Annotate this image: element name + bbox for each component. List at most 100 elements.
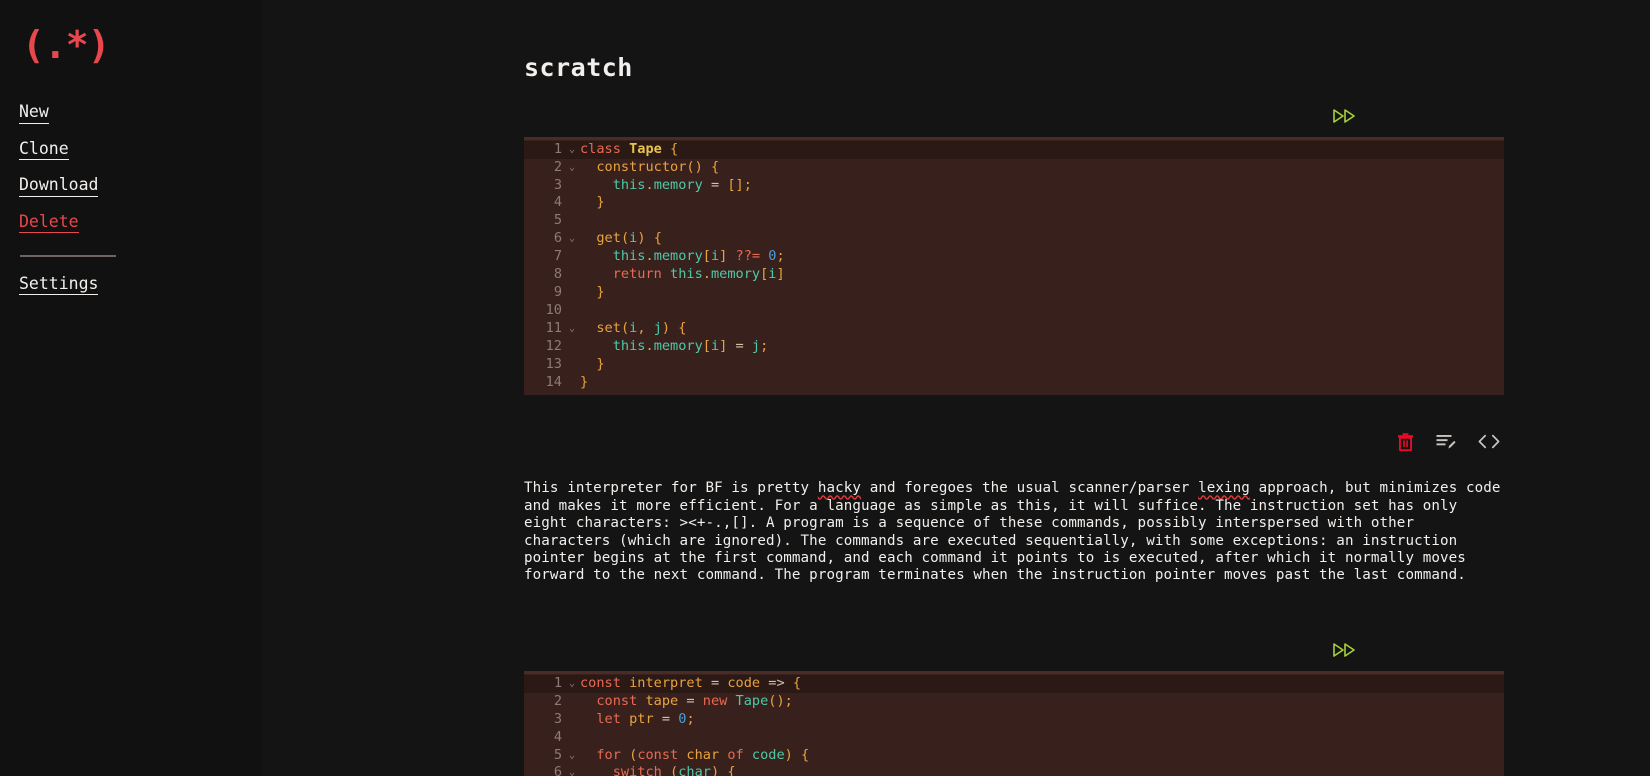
code-token: memory — [710, 266, 761, 283]
code-token: . — [645, 176, 654, 193]
code-line[interactable]: 1 ⌄ const interpret = code => { — [524, 674, 1504, 693]
code-block-button[interactable] — [1478, 434, 1500, 449]
sidebar-item-clone[interactable]: Clone — [19, 140, 69, 160]
code-line[interactable]: 12 this.memory[i] = j; — [524, 338, 1504, 356]
sidebar-item-download[interactable]: Download — [19, 176, 99, 197]
code-line[interactable]: 13 } — [524, 356, 1504, 374]
code-text: const tape = new Tape(); — [580, 693, 1504, 711]
code-token: memory — [653, 337, 703, 354]
code-text: } — [580, 194, 1504, 212]
fold-chevron-icon[interactable]: ⌄ — [564, 675, 580, 693]
delete-block-button[interactable] — [1397, 432, 1414, 451]
code-editor-block-1[interactable]: 1 ⌄ class Tape {2 ⌄ constructor() {3 this.m… — [524, 136, 1504, 396]
spellcheck-word: hacky — [817, 480, 862, 497]
code-line[interactable]: 5 ⌄ for (const char of code) { — [524, 747, 1504, 765]
code-text: this.memory = []; — [580, 177, 1504, 195]
sidebar-item-settings[interactable]: Settings — [19, 275, 99, 295]
code-text: } — [580, 284, 1504, 302]
line-number: 1 — [553, 674, 562, 691]
code-line[interactable]: 6 ⌄ switch (char) { — [524, 764, 1504, 776]
code-text: switch (char) { — [580, 764, 1504, 776]
code-token: () — [768, 692, 785, 709]
code-token: = — [710, 176, 720, 193]
fold-chevron-icon[interactable]: ⌄ — [564, 747, 580, 765]
code-line[interactable]: 1 ⌄ class Tape { — [524, 140, 1504, 159]
app-logo[interactable]: (.*) — [0, 18, 262, 64]
sidebar: (.*) New Clone Download Delete Settings — [0, 0, 262, 776]
prose-block[interactable]: This interpreter for BF is pretty hacky … — [524, 480, 1504, 584]
sidebar-item-delete[interactable]: Delete — [19, 213, 79, 233]
code-token: { — [792, 674, 802, 691]
main-content: scratch 1 ⌄ class Tape {2 ⌄ constructor() {… — [262, 0, 1650, 776]
code-line[interactable]: 6 ⌄ get(i) { — [524, 230, 1504, 248]
run-button-2[interactable] — [1333, 643, 1357, 657]
code-line[interactable]: 9 } — [524, 284, 1504, 302]
code-editor-block-2[interactable]: 1 ⌄ const interpret = code => {2 const tap… — [524, 670, 1504, 776]
code-line[interactable]: 4 — [524, 729, 1504, 747]
code-token: } — [596, 355, 605, 372]
line-number: 5 — [553, 746, 562, 763]
fold-chevron-icon[interactable]: ⌄ — [564, 141, 580, 159]
code-token: char — [686, 746, 720, 763]
page-title: scratch — [524, 52, 633, 82]
fold-chevron-icon[interactable]: ⌄ — [564, 230, 580, 248]
line-number: 5 — [553, 212, 562, 229]
line-number: 13 — [545, 355, 562, 372]
code-token: i — [710, 337, 720, 354]
code-line[interactable]: 11 ⌄ set(i, j) { — [524, 320, 1504, 338]
fold-chevron-icon[interactable]: ⌄ — [564, 320, 580, 338]
code-token: [ — [702, 248, 711, 265]
sidebar-item-new[interactable]: New — [19, 103, 49, 124]
edit-block-button[interactable] — [1436, 433, 1456, 450]
code-token: this — [612, 337, 646, 354]
code-lines-block-2[interactable]: 1 ⌄ const interpret = code => {2 const tap… — [524, 674, 1504, 776]
code-line[interactable]: 4 } — [524, 194, 1504, 212]
fold-chevron-icon[interactable]: ⌄ — [564, 764, 580, 776]
code-line[interactable]: 5 — [524, 212, 1504, 230]
line-number: 11 — [545, 319, 562, 336]
code-token: ) — [661, 319, 671, 336]
code-token: const — [580, 674, 621, 691]
code-line[interactable]: 14} — [524, 374, 1504, 392]
code-line[interactable]: 3 let ptr = 0; — [524, 711, 1504, 729]
code-token: . — [645, 248, 654, 265]
code-token: memory — [653, 176, 703, 193]
code-token: this — [670, 266, 703, 283]
fold-chevron-icon[interactable]: ⌄ — [564, 159, 580, 177]
block-toolbar — [524, 419, 1504, 463]
code-line[interactable]: 8 return this.memory[i] — [524, 266, 1504, 284]
code-text: } — [580, 374, 1504, 392]
code-line[interactable]: 2 const tape = new Tape(); — [524, 693, 1504, 711]
code-token: switch — [612, 764, 662, 776]
code-lines-block-1[interactable]: 1 ⌄ class Tape {2 ⌄ constructor() {3 this.m… — [524, 140, 1504, 396]
trash-icon — [1398, 433, 1413, 451]
code-token: Tape — [735, 692, 769, 709]
prose-text: This interpreter for BF is pretty — [524, 480, 818, 497]
code-line[interactable]: 3 this.memory = []; — [524, 177, 1504, 195]
code-token: i — [710, 248, 720, 265]
code-line[interactable]: 7 this.memory[i] ??= 0; — [524, 248, 1504, 266]
code-token: = — [661, 710, 671, 727]
code-token: ??= — [735, 248, 761, 265]
run-button[interactable] — [1333, 108, 1357, 123]
line-number: 4 — [553, 194, 562, 211]
code-line[interactable]: 2 ⌄ constructor() { — [524, 159, 1504, 177]
code-token: ( — [620, 319, 630, 336]
code-line[interactable]: 10 — [524, 302, 1504, 320]
code-token: . — [645, 337, 654, 354]
line-number: 1 — [553, 140, 562, 157]
code-token: code — [727, 674, 761, 691]
